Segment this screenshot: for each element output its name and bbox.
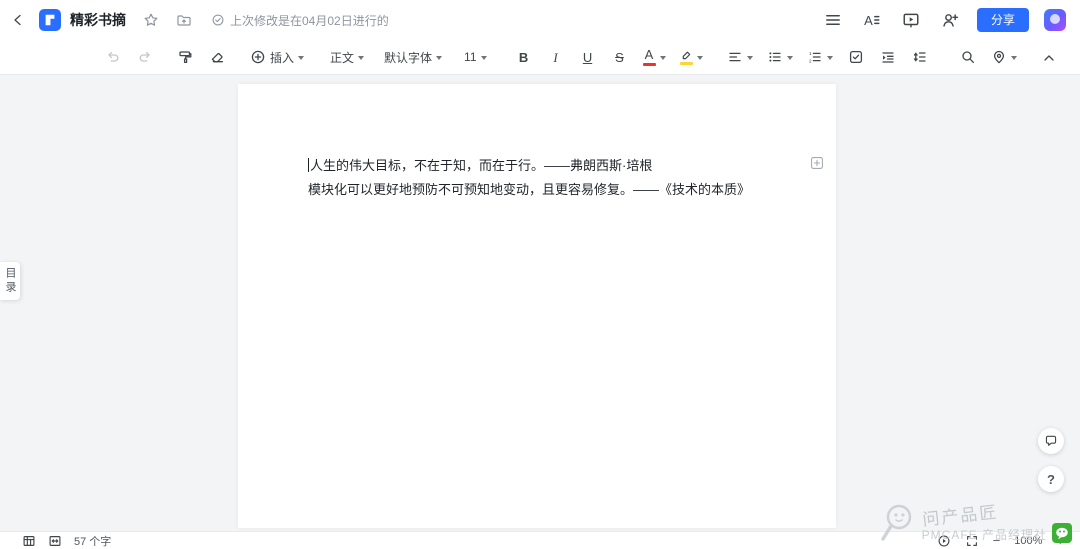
text-settings-icon[interactable]: A (860, 8, 884, 32)
font-color-icon: A (642, 48, 656, 66)
zoom-level: 100% (1014, 534, 1043, 547)
font-family-dropdown[interactable]: 默认字体 (380, 44, 446, 70)
chevron-down-icon (358, 55, 365, 60)
save-status-text: 上次修改是在04月02日进行的 (230, 13, 389, 28)
chevron-down-icon (659, 55, 666, 60)
search-button[interactable] (955, 44, 981, 70)
share-button[interactable]: 分享 (976, 8, 1029, 32)
paragraph-style-dropdown[interactable]: 正文 (326, 44, 368, 70)
font-family-label: 默认字体 (384, 50, 433, 65)
top-bar: 精彩书摘 上次修改是在04月02日进行的 A 分享 (0, 0, 1080, 40)
status-bar-right: − 100% + (937, 534, 1064, 548)
saved-check-icon (212, 14, 224, 26)
italic-button[interactable]: I (543, 44, 569, 70)
help-button[interactable]: ? (1038, 466, 1064, 492)
feedback-button[interactable] (1038, 428, 1064, 454)
paragraph[interactable]: 模块化可以更好地预防不可预知地变动，且更容易修复。——《技术的本质》 (308, 178, 796, 202)
document-page[interactable]: 人生的伟大目标，不在于知，而在于行。——弗朗西斯·培根 模块化可以更好地预防不可… (238, 84, 836, 528)
top-bar-right: A 分享 (821, 8, 1066, 32)
redo-button[interactable] (132, 44, 158, 70)
svg-text:A: A (864, 13, 873, 28)
undo-button[interactable] (100, 44, 126, 70)
numbered-list-dropdown[interactable]: 12 (803, 44, 837, 70)
status-bar-left: 57 个字 (22, 533, 111, 549)
avatar[interactable] (1044, 9, 1066, 31)
locate-dropdown[interactable] (987, 44, 1021, 70)
line-spacing-button[interactable] (907, 44, 933, 70)
font-size-dropdown[interactable]: 11 (460, 44, 490, 70)
highlight-color-bar (679, 62, 693, 65)
insert-dropdown[interactable]: 插入 (246, 44, 308, 70)
zoom-in-button[interactable]: + (1056, 534, 1064, 547)
font-color-bar (642, 63, 656, 66)
underline-button[interactable]: U (575, 44, 601, 70)
present-icon[interactable] (899, 8, 923, 32)
checklist-button[interactable] (843, 44, 869, 70)
paragraph-text: 模块化可以更好地预防不可预知地变动，且更容易修复。——《技术的本质》 (308, 182, 751, 197)
move-to-folder-icon[interactable] (172, 8, 196, 32)
strikethrough-button[interactable]: S (607, 44, 633, 70)
status-bar: 57 个字 − 100% + (0, 531, 1080, 549)
menu-icon[interactable] (821, 8, 845, 32)
paragraph[interactable]: 人生的伟大目标，不在于知，而在于行。——弗朗西斯·培根 (308, 154, 796, 178)
chevron-down-icon (746, 55, 753, 60)
bold-button[interactable]: B (511, 44, 537, 70)
collapse-toolbar-button[interactable] (1036, 45, 1062, 71)
highlight-dropdown[interactable] (676, 44, 707, 70)
help-label: ? (1047, 471, 1055, 487)
font-color-dropdown[interactable]: A (639, 44, 670, 70)
text-cursor (308, 158, 309, 172)
present-mode-icon[interactable] (937, 534, 951, 548)
star-icon[interactable] (139, 8, 163, 32)
chevron-down-icon (826, 55, 833, 60)
highlighter-icon (679, 49, 693, 65)
chevron-down-icon (298, 55, 305, 60)
indent-button[interactable] (875, 44, 901, 70)
add-collaborator-icon[interactable] (938, 8, 962, 32)
document-title: 精彩书摘 (70, 12, 126, 28)
align-dropdown[interactable] (723, 44, 757, 70)
save-status: 上次修改是在04月02日进行的 (211, 12, 389, 29)
document-body[interactable]: 人生的伟大目标，不在于知，而在于行。——弗朗西斯·培根 模块化可以更好地预防不可… (308, 154, 796, 202)
svg-text:1: 1 (809, 51, 812, 56)
format-painter-button[interactable] (172, 44, 198, 70)
paragraph-style-label: 正文 (330, 50, 355, 65)
clear-format-button[interactable] (204, 44, 230, 70)
word-count: 57 个字 (74, 535, 112, 548)
svg-text:2: 2 (809, 58, 812, 63)
insert-block-icon[interactable] (810, 156, 824, 170)
bullet-list-dropdown[interactable] (763, 44, 797, 70)
insert-label: 插入 (270, 50, 295, 65)
page-width-icon[interactable] (48, 534, 62, 548)
editor-canvas: 人生的伟大目标，不在于知，而在于行。——弗朗西斯·培根 模块化可以更好地预防不可… (0, 75, 1080, 531)
chevron-down-icon (786, 55, 793, 60)
format-toolbar: 插入 正文 默认字体 11 B I U S A 1 2 (0, 40, 1080, 75)
back-button[interactable] (6, 8, 30, 32)
fullscreen-icon[interactable] (965, 534, 979, 548)
zoom-out-button[interactable]: − (993, 534, 1001, 547)
toc-tab[interactable]: 目录 (0, 262, 20, 300)
table-view-icon[interactable] (22, 534, 36, 548)
paragraph-text: 人生的伟大目标，不在于知，而在于行。——弗朗西斯·培根 (310, 158, 653, 173)
app-logo[interactable] (39, 9, 61, 31)
plus-circle-icon (251, 50, 265, 64)
chat-icon (1045, 435, 1057, 446)
top-bar-left: 精彩书摘 上次修改是在04月02日进行的 (6, 8, 389, 32)
chevron-down-icon (480, 55, 487, 60)
toc-label: 目录 (4, 267, 16, 295)
chevron-down-icon (696, 55, 703, 60)
chevron-down-icon (1010, 55, 1017, 60)
font-size-label: 11 (464, 50, 477, 64)
chevron-down-icon (436, 55, 443, 60)
